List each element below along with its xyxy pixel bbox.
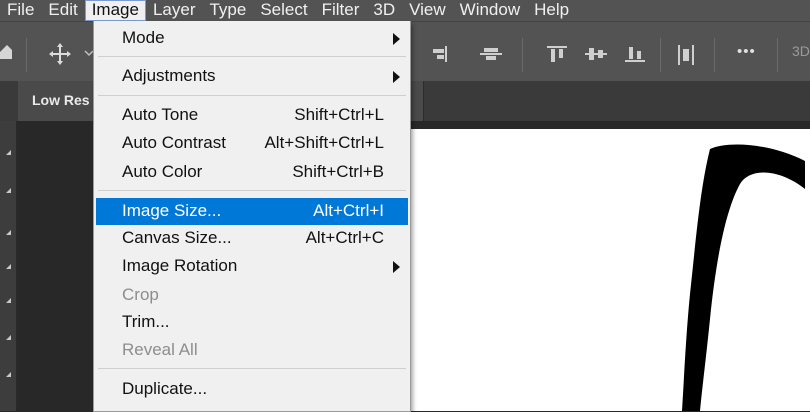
submenu-arrow-icon — [393, 33, 400, 45]
menu-item-shortcut: Alt+Ctrl+I — [313, 201, 384, 220]
menu-item-label: Crop — [122, 285, 159, 304]
menu-bar: File Edit Image Layer Type Select Filter… — [0, 0, 810, 21]
menu-separator — [98, 190, 406, 191]
menu-separator — [98, 95, 406, 96]
more-options-button[interactable]: ••• — [737, 43, 756, 60]
menu-item-image-size[interactable]: Image Size... Alt+Ctrl+I — [96, 198, 408, 225]
menu-item-image-rotation[interactable]: Image Rotation — [96, 253, 408, 280]
menu-filter[interactable]: Filter — [315, 0, 367, 21]
tool-expander-icon[interactable] — [6, 372, 11, 377]
tools-panel — [0, 121, 17, 411]
menu-image[interactable]: Image — [84, 0, 146, 21]
document-canvas[interactable] — [410, 129, 810, 411]
menu-item-label: Auto Contrast — [122, 133, 226, 152]
menu-separator — [98, 368, 406, 369]
toolbar-divider — [26, 38, 27, 72]
tool-expander-icon[interactable] — [6, 230, 11, 235]
menu-type[interactable]: Type — [202, 0, 253, 21]
image-menu-dropdown: Mode Adjustments Auto Tone Shift+Ctrl+L … — [93, 21, 411, 412]
menu-layer[interactable]: Layer — [146, 0, 203, 21]
home-icon[interactable] — [0, 43, 12, 61]
menu-item-label: Mode — [122, 28, 165, 47]
menu-item-adjustments[interactable]: Adjustments — [96, 63, 408, 90]
menu-window[interactable]: Window — [453, 0, 527, 21]
menu-item-duplicate[interactable]: Duplicate... — [96, 376, 408, 403]
menu-item-label: Auto Color — [122, 162, 203, 181]
menu-item-auto-color[interactable]: Auto Color Shift+Ctrl+B — [96, 159, 408, 186]
tool-expander-icon[interactable] — [6, 335, 11, 340]
toolbar-divider — [522, 38, 523, 72]
menu-item-shortcut: Shift+Ctrl+L — [294, 105, 384, 124]
tool-expander-icon[interactable] — [6, 264, 11, 269]
tool-expander-icon[interactable] — [6, 150, 11, 155]
align-right-icon[interactable] — [430, 44, 450, 64]
menu-help[interactable]: Help — [527, 0, 576, 21]
tool-expander-icon[interactable] — [6, 298, 11, 303]
menu-item-reveal-all: Reveal All — [96, 337, 408, 364]
menu-item-crop: Crop — [96, 282, 408, 309]
menu-item-auto-tone[interactable]: Auto Tone Shift+Ctrl+L — [96, 102, 408, 129]
menu-item-label: Trim... — [122, 312, 170, 331]
menu-item-label: Duplicate... — [122, 379, 208, 398]
menu-item-shortcut: Alt+Ctrl+C — [305, 228, 384, 247]
3d-mode-label[interactable]: 3D — [792, 43, 810, 59]
menu-edit[interactable]: Edit — [41, 0, 84, 21]
menu-select[interactable]: Select — [253, 0, 314, 21]
menu-item-label: Image Rotation — [122, 256, 238, 275]
menu-item-shortcut: Shift+Ctrl+B — [292, 162, 384, 181]
menu-3d[interactable]: 3D — [366, 0, 402, 21]
menu-item-trim[interactable]: Trim... — [96, 309, 408, 336]
menu-item-mode[interactable]: Mode — [96, 25, 408, 52]
submenu-arrow-icon — [393, 261, 400, 273]
menu-item-label: Reveal All — [122, 340, 198, 359]
menu-item-label: Image Size... — [122, 201, 222, 220]
menu-item-label: Canvas Size... — [122, 228, 232, 247]
canvas-artwork — [682, 144, 805, 411]
submenu-arrow-icon — [393, 71, 400, 83]
toolbar-divider — [714, 38, 715, 72]
document-tab-title: Low Res — [32, 92, 90, 108]
distribute-icon[interactable] — [584, 44, 608, 64]
menu-item-label: Adjustments — [122, 66, 216, 85]
move-icon[interactable] — [48, 42, 72, 66]
menu-separator — [98, 56, 406, 57]
tool-expander-icon[interactable] — [6, 188, 11, 193]
align-bottom-icon[interactable] — [624, 44, 646, 64]
align-top-icon[interactable] — [546, 44, 568, 64]
distribute-horizontal-icon[interactable] — [676, 44, 696, 66]
toolbar-divider — [777, 38, 778, 72]
toolbar-divider — [660, 38, 661, 72]
menu-item-canvas-size[interactable]: Canvas Size... Alt+Ctrl+C — [96, 225, 408, 252]
menu-item-auto-contrast[interactable]: Auto Contrast Alt+Shift+Ctrl+L — [96, 130, 408, 157]
menu-file[interactable]: File — [0, 0, 41, 21]
menu-item-shortcut: Alt+Shift+Ctrl+L — [264, 133, 384, 152]
menu-item-label: Auto Tone — [122, 105, 199, 124]
menu-view[interactable]: View — [402, 0, 453, 21]
align-vertical-center-icon[interactable] — [478, 44, 504, 64]
